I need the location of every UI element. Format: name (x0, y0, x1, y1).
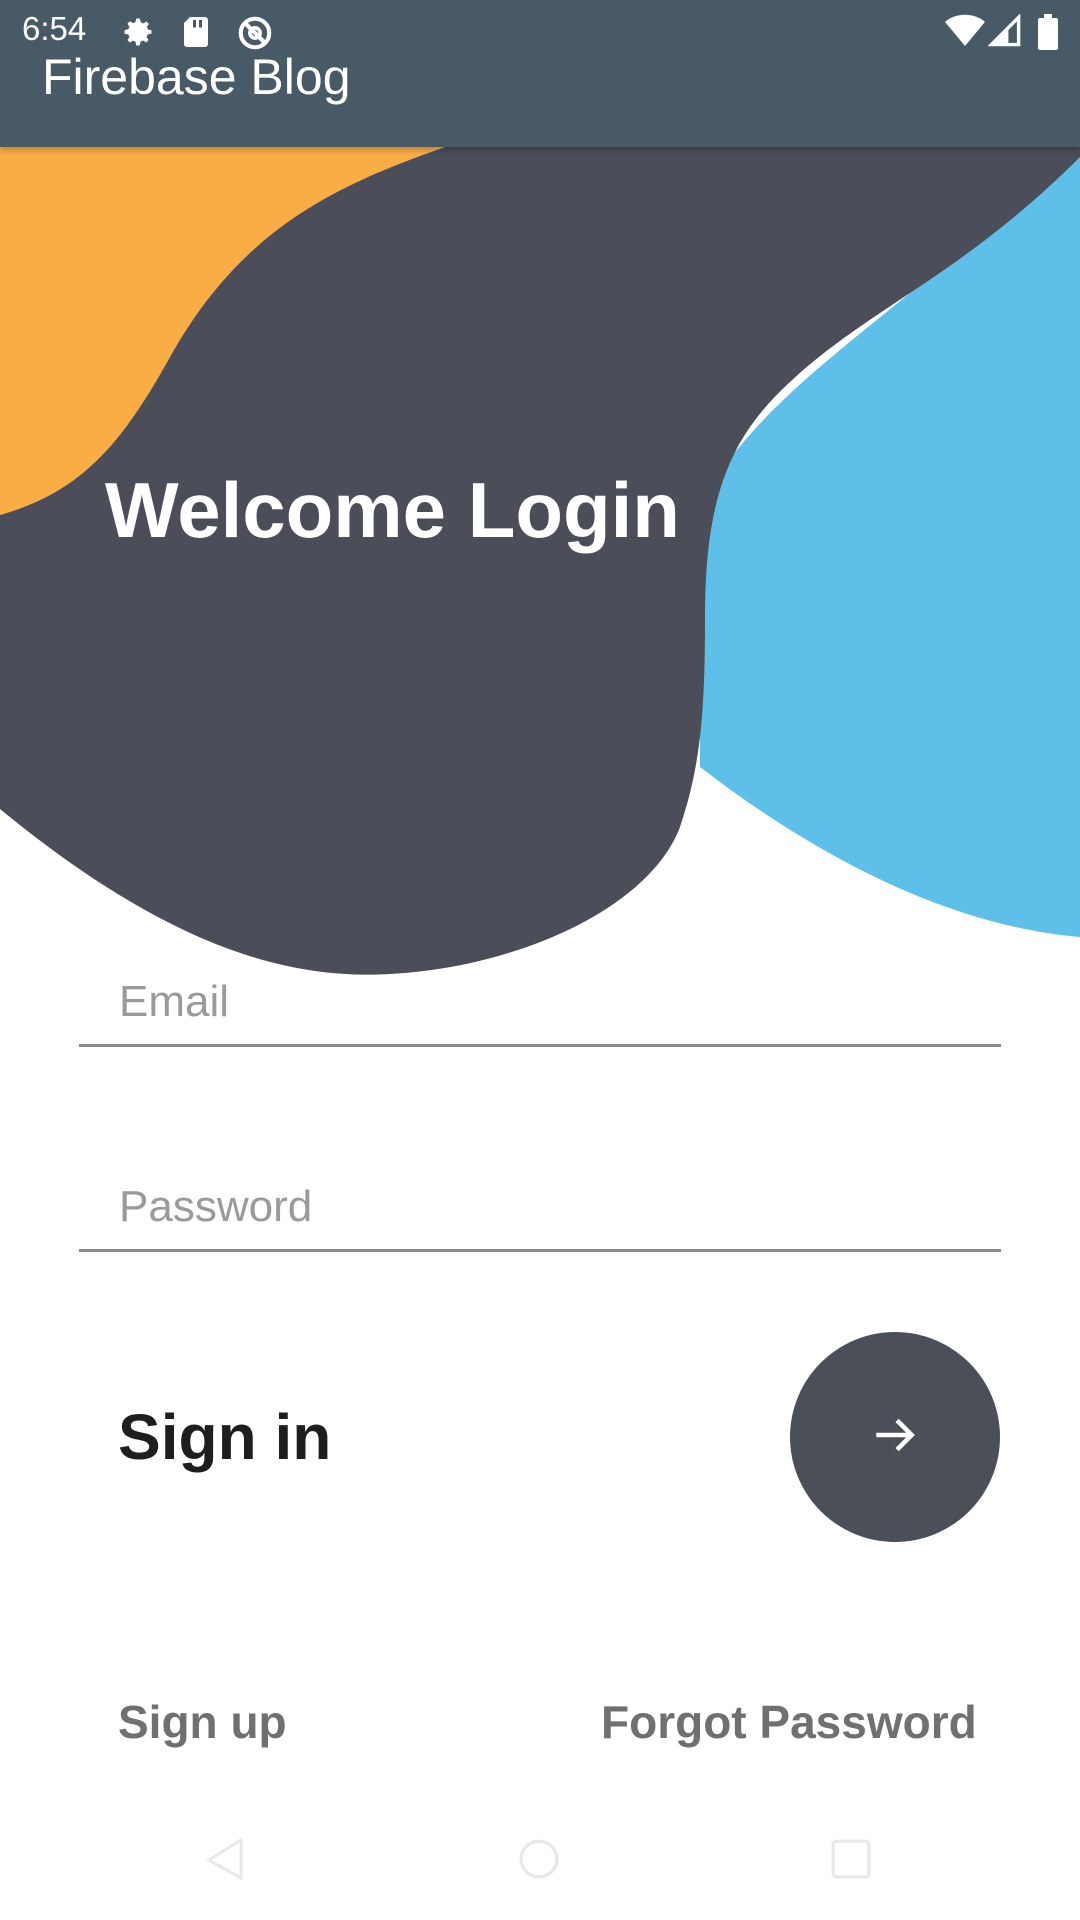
email-field-container (79, 937, 1001, 1047)
welcome-title: Welcome Login (105, 466, 680, 554)
signin-label: Sign in (118, 1401, 332, 1473)
password-underline (79, 1249, 1001, 1252)
signin-button[interactable] (790, 1332, 1000, 1542)
signup-link[interactable]: Sign up (118, 1695, 287, 1749)
arrow-right-icon (870, 1410, 920, 1465)
hero-background (0, 147, 1080, 987)
wifi-icon (945, 14, 985, 53)
status-time: 6:54 (22, 10, 87, 47)
app-title: Firebase Blog (42, 49, 351, 105)
email-underline (79, 1044, 1001, 1047)
forgot-password-link[interactable]: Forgot Password (601, 1695, 977, 1749)
home-icon[interactable] (518, 1838, 560, 1885)
back-icon[interactable] (205, 1837, 245, 1885)
recents-icon[interactable] (830, 1838, 872, 1885)
password-field-container (79, 1142, 1001, 1252)
password-input[interactable] (79, 1142, 1001, 1252)
signal-icon (987, 13, 1022, 53)
email-input[interactable] (79, 937, 1001, 1047)
navigation-bar (0, 1818, 1080, 1920)
battery-icon (1038, 14, 1058, 55)
hero-blobs (0, 147, 1080, 975)
app-bar: 6:54 Firebase Blog (0, 0, 1080, 147)
